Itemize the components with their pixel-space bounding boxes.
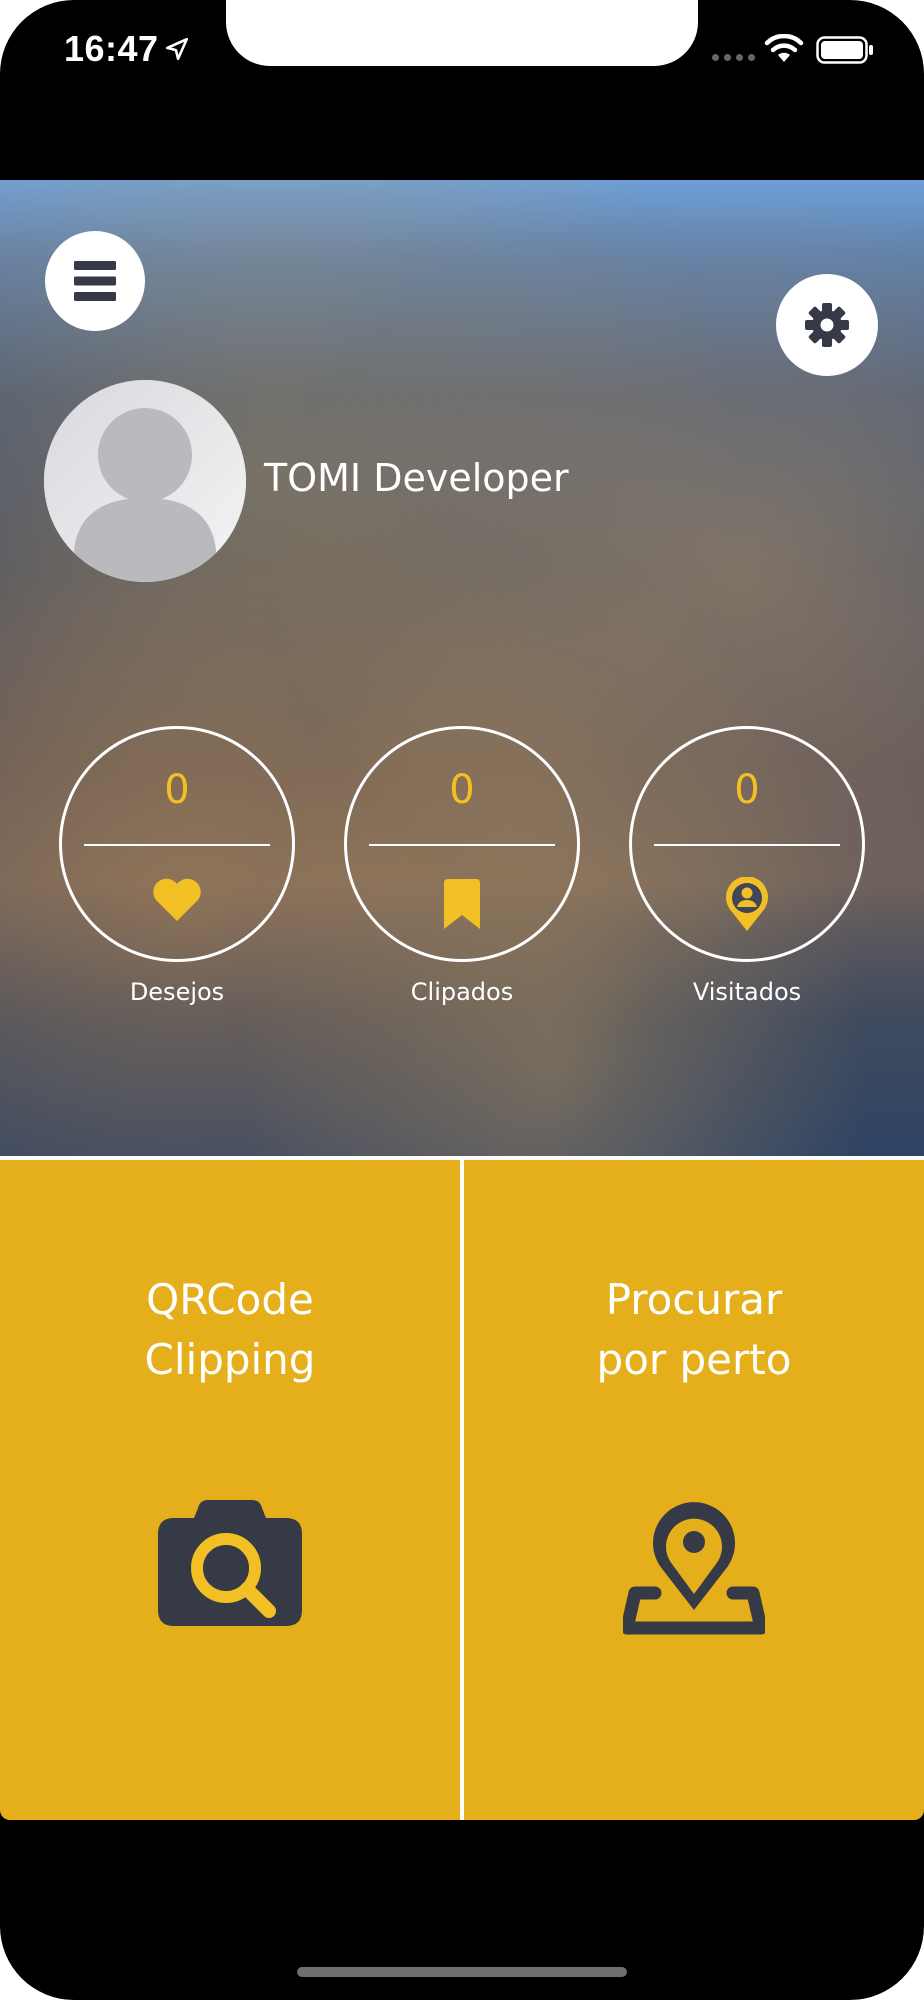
battery-icon bbox=[816, 36, 873, 64]
gear-icon bbox=[805, 303, 849, 347]
stat-divider bbox=[84, 844, 270, 846]
tile-title-line: QRCode bbox=[146, 1275, 314, 1324]
cellular-signal-icon bbox=[712, 54, 755, 61]
qrcode-clipping-tile[interactable]: QRCode Clipping bbox=[0, 1160, 460, 1820]
tile-title-line: Clipping bbox=[144, 1335, 316, 1384]
menu-button[interactable] bbox=[45, 231, 145, 331]
stat-label-visited: Visitados bbox=[692, 978, 802, 1006]
settings-button[interactable] bbox=[776, 274, 878, 376]
bookmark-icon bbox=[444, 879, 480, 929]
hamburger-menu-icon bbox=[74, 261, 116, 301]
camera-search-icon bbox=[158, 1500, 302, 1626]
stat-wishes[interactable]: 0 bbox=[59, 726, 295, 962]
stat-count: 0 bbox=[734, 767, 760, 813]
home-indicator[interactable] bbox=[297, 1967, 627, 1977]
user-name: TOMI Developer bbox=[264, 456, 569, 500]
stat-count: 0 bbox=[164, 767, 190, 813]
tile-title: Procurar por perto bbox=[464, 1270, 924, 1390]
location-arrow-icon bbox=[165, 37, 189, 61]
heart-icon bbox=[153, 878, 201, 921]
stat-divider bbox=[369, 844, 555, 846]
tile-title-line: Procurar bbox=[605, 1275, 783, 1324]
stat-clipped[interactable]: 0 bbox=[344, 726, 580, 962]
location-pin-area-icon bbox=[623, 1502, 765, 1635]
search-nearby-tile[interactable]: Procurar por perto bbox=[464, 1160, 924, 1820]
stat-visited[interactable]: 0 bbox=[629, 726, 865, 962]
avatar[interactable] bbox=[44, 380, 246, 582]
tile-title-line: por perto bbox=[596, 1335, 792, 1384]
status-time: 16:47 bbox=[64, 28, 159, 69]
tile-title: QRCode Clipping bbox=[0, 1270, 460, 1390]
default-user-icon bbox=[44, 380, 246, 582]
stat-divider bbox=[654, 844, 840, 846]
stat-label-wishes: Desejos bbox=[129, 978, 225, 1006]
wifi-icon bbox=[764, 34, 804, 62]
phone-screen: 16:47 TOMI Developer 0 Desejos 0 Clipado… bbox=[0, 0, 924, 2000]
stat-count: 0 bbox=[449, 767, 475, 813]
stat-label-clipped: Clipados bbox=[410, 978, 514, 1006]
device-notch bbox=[226, 0, 698, 66]
map-pin-person-icon bbox=[726, 877, 768, 931]
